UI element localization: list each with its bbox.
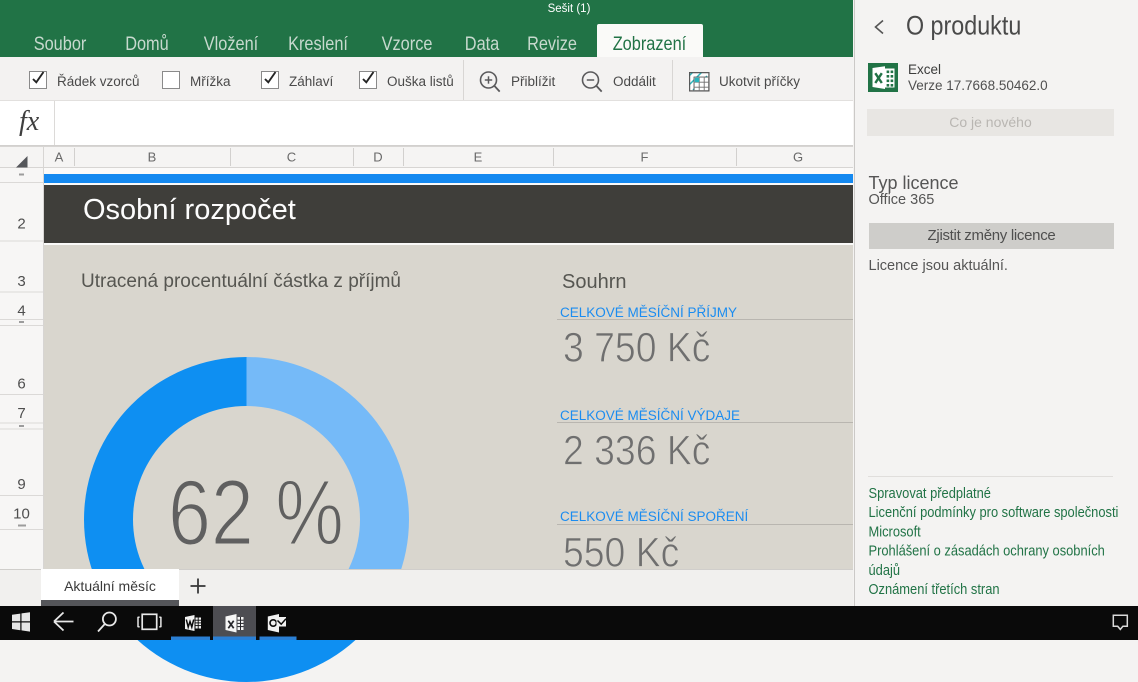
svg-text:3 750 Kč: 3 750 Kč — [563, 325, 711, 370]
svg-text:Spravovat předplatné: Spravovat předplatné — [869, 484, 992, 501]
svg-text:C: C — [287, 150, 296, 165]
svg-text:údajů: údajů — [869, 561, 901, 578]
svg-text:G: G — [793, 150, 803, 165]
svg-text:B: B — [148, 150, 157, 165]
svg-text:2: 2 — [17, 216, 25, 233]
svg-text:D: D — [373, 150, 382, 165]
svg-text:7: 7 — [17, 405, 25, 422]
svg-text:O produktu: O produktu — [906, 11, 1021, 41]
svg-text:3: 3 — [17, 273, 25, 290]
svg-text:F: F — [641, 150, 649, 165]
svg-text:A: A — [55, 150, 64, 165]
svg-text:E: E — [474, 150, 483, 165]
svg-text:Oznámení třetích stran: Oznámení třetích stran — [869, 580, 1000, 597]
svg-text:6: 6 — [17, 376, 25, 393]
svg-text:4: 4 — [17, 303, 25, 320]
svg-text:2 336 Kč: 2 336 Kč — [563, 428, 711, 473]
svg-text:Prohlášení o zásadách ochrany: Prohlášení o zásadách ochrany osobních — [869, 542, 1105, 559]
svg-text:Microsoft: Microsoft — [869, 522, 921, 539]
svg-text:Licenční podmínky pro software: Licenční podmínky pro software společnos… — [869, 503, 1119, 520]
